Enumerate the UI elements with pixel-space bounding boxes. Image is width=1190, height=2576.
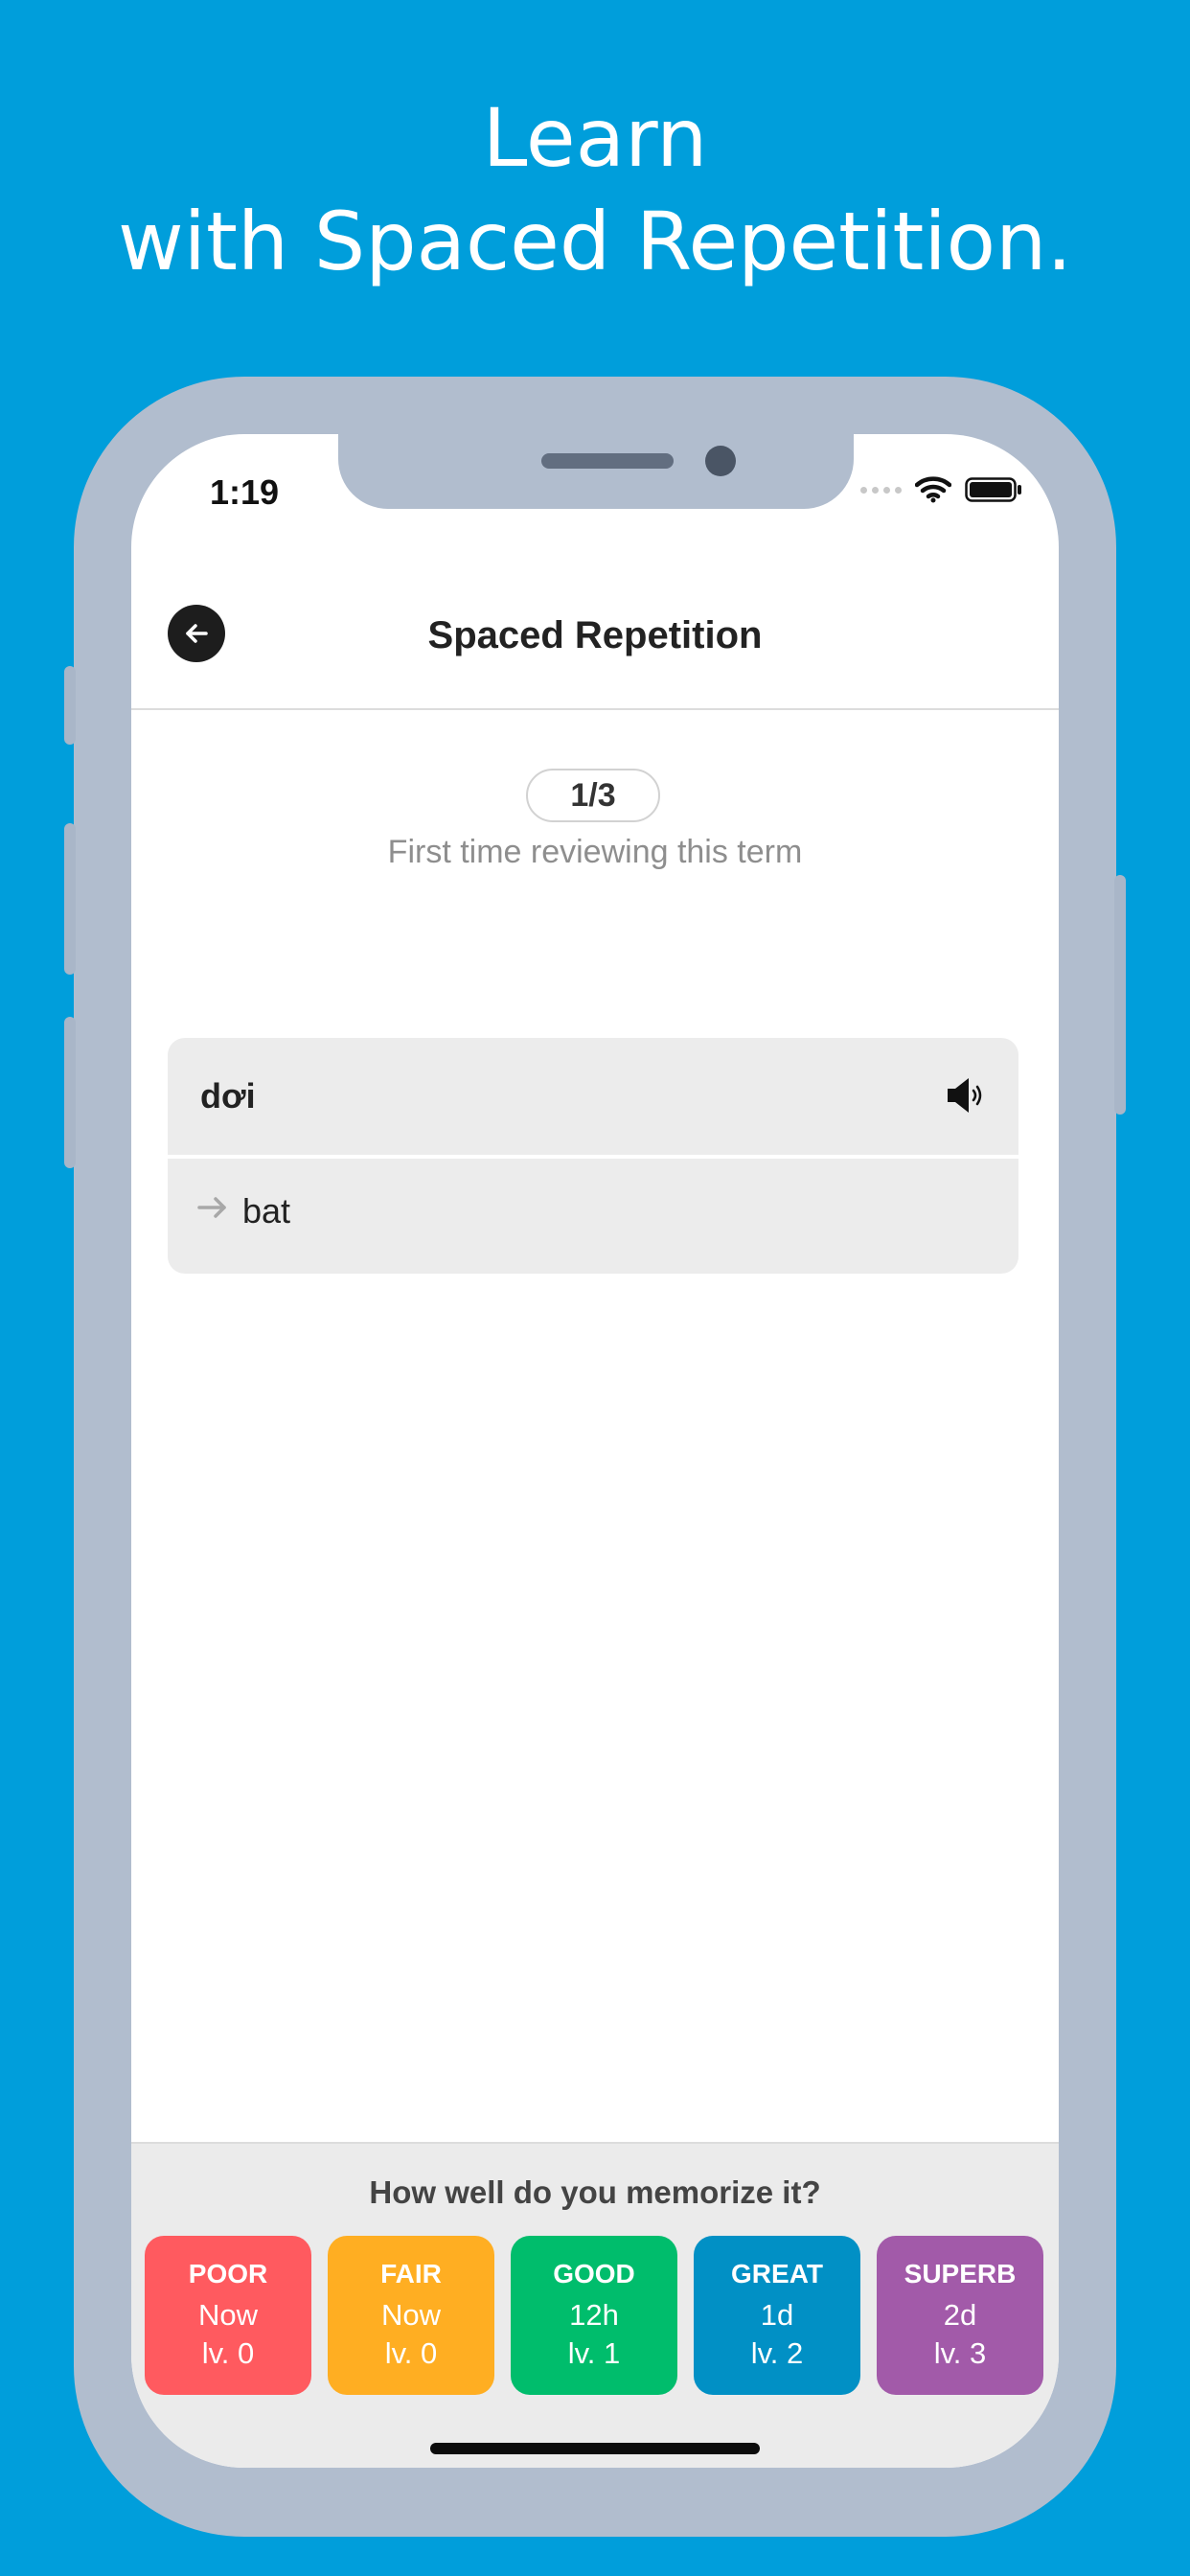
rating-panel: How well do you memorize it? POOR Now lv… xyxy=(131,2142,1059,2468)
status-time: 1:19 xyxy=(210,472,280,512)
rating-buttons: POOR Now lv. 0 FAIR Now lv. 0 GOOD 12h l… xyxy=(145,2236,1045,2395)
card-term: dơi xyxy=(200,1076,256,1116)
speaker-icon[interactable] xyxy=(944,1072,990,1118)
rating-interval: 1d xyxy=(760,2298,794,2332)
rating-interval: Now xyxy=(197,2298,258,2332)
phone-screen: 1:19 Spaced Repetition 1/3 First time re… xyxy=(131,434,1059,2468)
status-icons xyxy=(860,476,1022,503)
rating-level: lv. 0 xyxy=(384,2336,438,2370)
phone-frame: 1:19 Spaced Repetition 1/3 First time re… xyxy=(64,377,1126,2537)
phone-side-button xyxy=(1114,875,1126,1115)
headline-line-1: Learn xyxy=(482,91,708,185)
earpiece xyxy=(541,453,674,469)
flashcard: dơi bat xyxy=(168,1038,1018,1274)
card-divider xyxy=(168,1155,1018,1159)
review-status-note: First time reviewing this term xyxy=(387,834,803,870)
arrow-right-icon xyxy=(197,1197,226,1218)
nav-bar: Spaced Repetition xyxy=(131,570,1059,710)
home-indicator[interactable] xyxy=(430,2443,760,2454)
headline-line-2: with Spaced Repetition. xyxy=(117,195,1073,288)
progress-counter: 1/3 xyxy=(526,769,660,822)
notch xyxy=(338,434,854,509)
rating-level: lv. 1 xyxy=(567,2336,621,2370)
marketing-headline: Learn with Spaced Repetition. xyxy=(0,86,1190,293)
rating-label: FAIR xyxy=(380,2259,442,2288)
rating-question: How well do you memorize it? xyxy=(369,2174,821,2210)
rating-level: lv. 2 xyxy=(750,2336,804,2370)
card-definition: bat xyxy=(242,1191,291,1230)
rating-label: SUPERB xyxy=(904,2259,1017,2288)
phone-side-button xyxy=(64,666,76,745)
rating-label: GREAT xyxy=(731,2259,823,2288)
battery-icon xyxy=(965,477,1021,502)
rating-good-button[interactable]: GOOD 12h lv. 1 xyxy=(511,2236,677,2395)
front-camera xyxy=(705,446,736,476)
wifi-icon xyxy=(915,476,951,503)
signal-icon xyxy=(860,486,902,494)
rating-superb-button[interactable]: SUPERB 2d lv. 3 xyxy=(877,2236,1043,2395)
rating-interval: 12h xyxy=(569,2298,619,2332)
rating-label: POOR xyxy=(188,2259,268,2288)
rating-label: GOOD xyxy=(553,2259,635,2288)
rating-level: lv. 3 xyxy=(933,2336,987,2370)
phone-side-button xyxy=(64,1017,76,1168)
rating-level: lv. 0 xyxy=(201,2336,255,2370)
rating-fair-button[interactable]: FAIR Now lv. 0 xyxy=(328,2236,494,2395)
rating-great-button[interactable]: GREAT 1d lv. 2 xyxy=(694,2236,860,2395)
rating-interval: 2d xyxy=(943,2298,977,2332)
phone-side-button xyxy=(64,823,76,975)
page-title: Spaced Repetition xyxy=(427,614,763,656)
rating-poor-button[interactable]: POOR Now lv. 0 xyxy=(145,2236,311,2395)
rating-interval: Now xyxy=(380,2298,441,2332)
